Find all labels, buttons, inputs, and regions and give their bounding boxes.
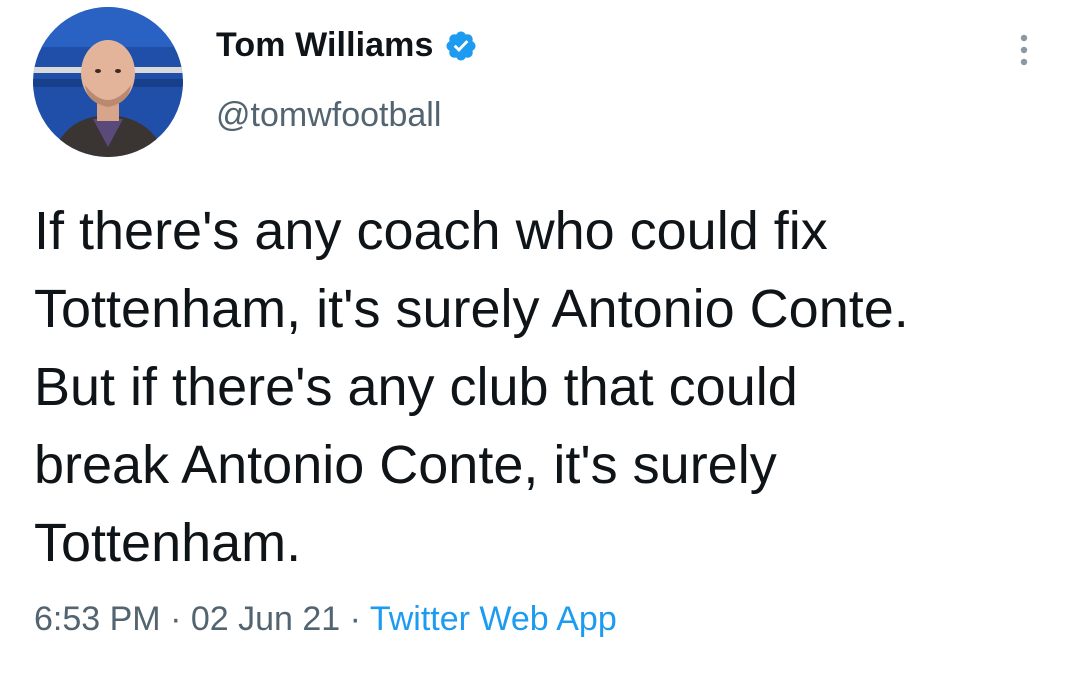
author-handle[interactable]: @tomwfootball [216, 96, 441, 135]
verified-badge-icon [444, 29, 478, 63]
tweet-line: If there's any coach who could fix [34, 201, 828, 261]
tweet-line: Tottenham. [34, 513, 302, 573]
tweet-line: But if there's any club that could [34, 357, 798, 417]
tweet-meta: 6:53 PM · 02 Jun 21 · Twitter Web App [34, 600, 617, 639]
tweet-text: If there's any coach who could fix Totte… [34, 192, 1054, 582]
tweet-line: Tottenham, it's surely Antonio Conte. [34, 279, 909, 339]
meta-separator: · [340, 600, 370, 638]
more-options-button[interactable] [1012, 30, 1036, 70]
avatar[interactable] [33, 7, 183, 157]
author-display-name[interactable]: Tom Williams [216, 26, 434, 65]
more-vertical-icon [1020, 34, 1028, 66]
tweet-date[interactable]: 02 Jun 21 [191, 600, 340, 638]
meta-separator: · [160, 600, 191, 638]
author-name-row: Tom Williams [216, 26, 478, 65]
avatar-photo [33, 7, 183, 157]
tweet-line: break Antonio Conte, it's surely [34, 435, 777, 495]
tweet-time[interactable]: 6:53 PM [34, 600, 161, 638]
tweet-source-link[interactable]: Twitter Web App [370, 600, 617, 638]
